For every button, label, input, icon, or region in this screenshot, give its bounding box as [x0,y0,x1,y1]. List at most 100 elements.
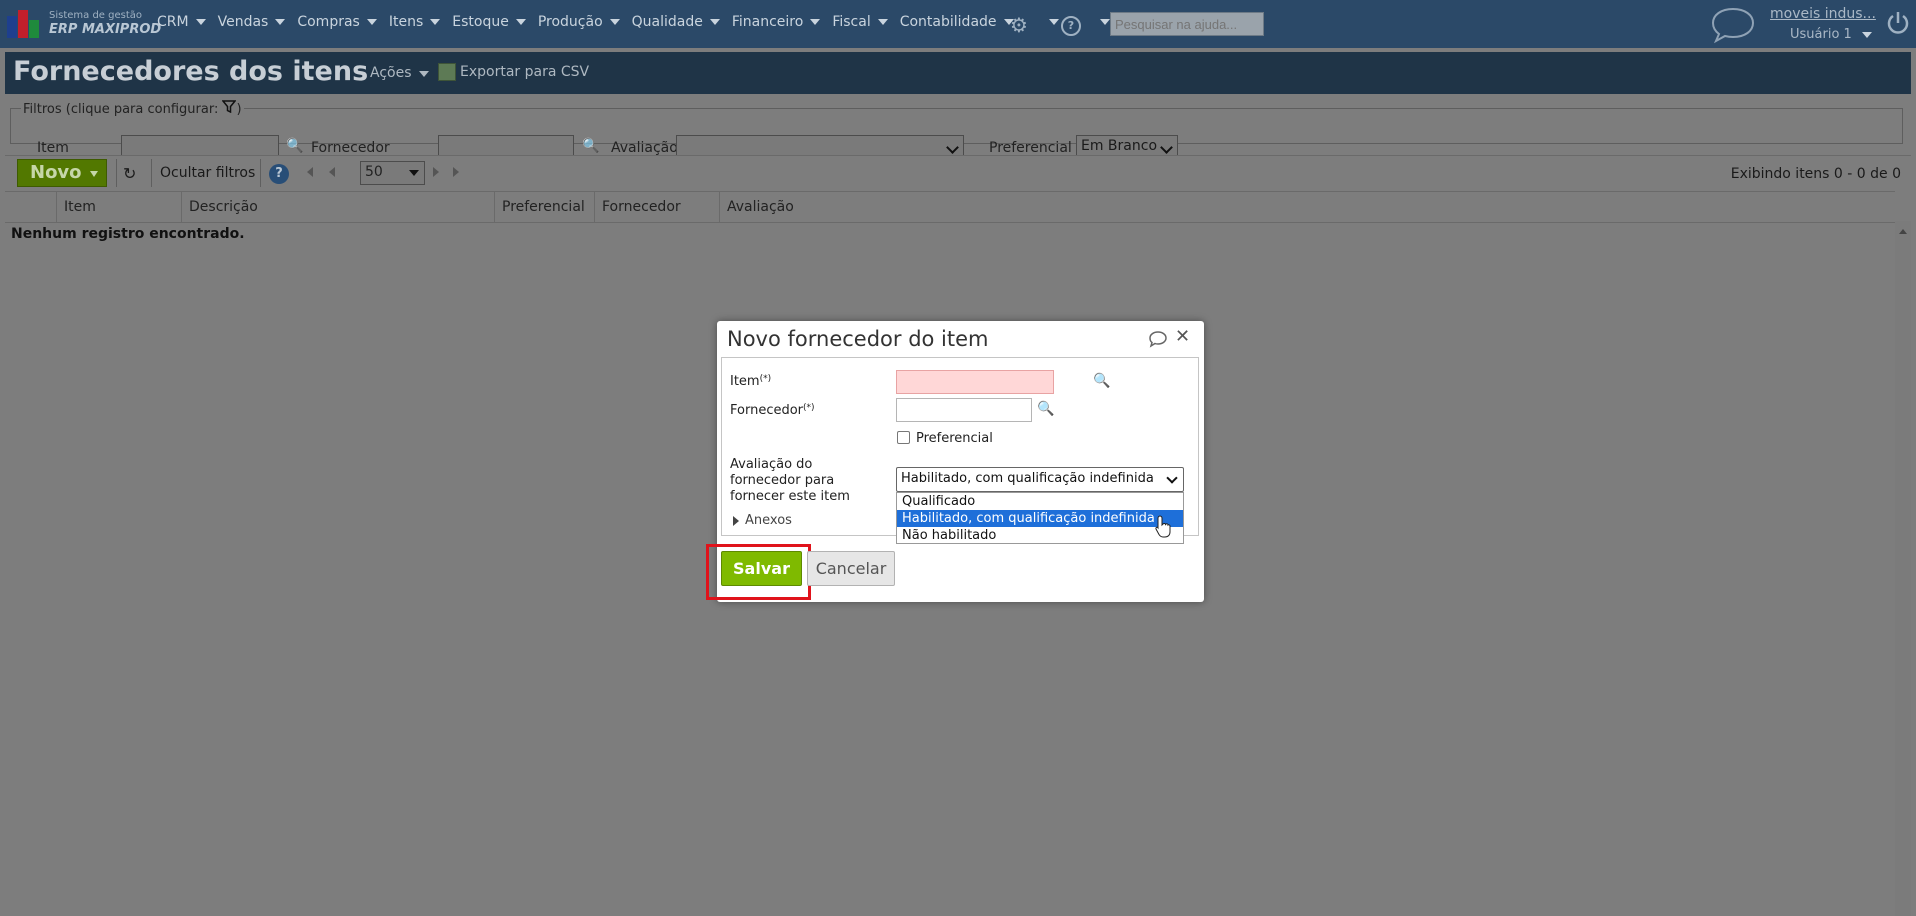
toolbar-divider [116,159,117,187]
page-title: Fornecedores dos itens [13,56,369,87]
mouse-pointer-icon [1155,515,1171,538]
search-icon[interactable]: 🔍 [582,138,599,154]
menu-contabilidade[interactable]: Contabilidade [900,14,1014,30]
grid-header: Item Descrição Preferencial Fornecedor A… [5,191,1895,223]
filter-item-label: Item [37,140,69,156]
hide-filters-button[interactable]: Ocultar filtros [160,165,255,181]
column-descricao[interactable]: Descrição [181,192,494,222]
filter-preferencial-label: Preferencial [989,140,1072,156]
menu-estoque[interactable]: Estoque [452,14,526,30]
first-page-icon[interactable] [307,167,313,177]
preferencial-checkbox[interactable] [897,431,910,444]
search-icon[interactable]: 🔍 [1037,401,1054,417]
avaliacao-field-label: Avaliação do fornecedor para fornecer es… [730,457,850,504]
empty-grid-message: Nenhum registro encontrado. [11,226,245,242]
cancel-button[interactable]: Cancelar [807,551,895,586]
chevron-down-icon [366,19,377,25]
menu-compras[interactable]: Compras [297,14,377,30]
close-icon[interactable]: ✕ [1175,326,1190,347]
menu-itens[interactable]: Itens [389,14,441,30]
settings-chevron-down-icon[interactable] [1049,19,1059,25]
vertical-scrollbar[interactable] [1895,221,1911,916]
column-item[interactable]: Item [56,192,181,222]
required-mark: (*) [759,374,772,384]
new-button[interactable]: Novo [17,159,107,187]
last-page-icon[interactable] [453,167,459,177]
help-chevron-down-icon[interactable] [1100,19,1110,25]
grid-toolbar: Novo ↻ Ocultar filtros ? 50 Exibindo ite… [5,155,1911,192]
menu-vendas[interactable]: Vendas [218,14,286,30]
filter-funnel-icon[interactable] [221,100,238,114]
search-icon[interactable]: 🔍 [286,138,303,154]
chevron-down-icon [1861,32,1872,38]
logo-title: ERP MAXIPROD [49,22,162,37]
top-navigation-bar: Sistema de gestão ERP MAXIPROD CRM Venda… [0,0,1916,48]
menu-fiscal[interactable]: Fiscal [832,14,888,30]
search-icon[interactable]: 🔍 [1093,373,1110,389]
required-mark: (*) [803,403,815,413]
comment-icon[interactable] [1148,330,1168,348]
chevron-down-icon [409,170,419,176]
chevron-down-icon[interactable] [90,171,98,177]
chevron-down-icon [275,19,286,25]
avaliacao-dropdown-list: Qualificado Habilitado, com qualificação… [896,492,1184,544]
export-csv-button[interactable]: Exportar para CSV [438,63,589,81]
toolbar-divider [260,159,261,187]
filter-avaliacao-label: Avaliação [611,140,678,156]
menu-qualidade[interactable]: Qualidade [632,14,720,30]
column-preferencial[interactable]: Preferencial [494,192,594,222]
chevron-down-icon [609,19,620,25]
help-icon[interactable]: ? [269,164,289,184]
fornecedor-field-label: Fornecedor(*) [730,403,815,418]
filters-fieldset: Filtros (clique para configurar: ) Item … [10,100,1903,159]
refresh-icon[interactable]: ↻ [123,164,136,183]
chevron-down-icon [1160,141,1173,154]
filters-legend[interactable]: Filtros (clique para configurar: ) [21,100,244,117]
help-icon[interactable]: ? [1061,16,1081,36]
spreadsheet-icon [438,63,456,81]
power-icon[interactable] [1886,10,1910,36]
company-link[interactable]: moveis indus... [1770,6,1876,22]
chevron-down-icon [515,19,526,25]
column-fornecedor[interactable]: Fornecedor [594,192,719,222]
attachments-toggle[interactable]: Anexos [733,513,792,528]
chevron-down-icon [810,19,821,25]
menu-crm[interactable]: CRM [157,14,206,30]
next-page-icon[interactable] [433,167,439,177]
actions-menu[interactable]: Ações [370,65,429,81]
item-input[interactable] [896,370,1054,394]
chevron-down-icon [418,71,429,77]
page-header: Fornecedores dos itens Ações Exportar pa… [5,52,1911,94]
avaliacao-select[interactable]: Habilitado, com qualificação indefinida [896,467,1184,492]
chat-icon[interactable] [1710,6,1756,44]
chevron-down-icon [877,19,888,25]
dialog-title: Novo fornecedor do item [727,327,989,351]
filter-fornecedor-label: Fornecedor [311,140,390,156]
option-nao-habilitado[interactable]: Não habilitado [897,527,1183,544]
page-size-select[interactable]: 50 [360,161,425,185]
filters-panel: Filtros (clique para configurar: ) Item … [5,100,1911,159]
expand-triangle-icon [733,515,739,526]
logo-subtitle: Sistema de gestão [49,10,143,21]
fornecedor-input[interactable] [896,398,1032,422]
column-select[interactable] [5,192,56,222]
user-menu[interactable]: Usuário 1 [1790,27,1872,42]
main-menu: CRM Vendas Compras Itens Estoque Produçã… [157,14,1026,30]
scroll-up-icon[interactable] [1899,229,1907,234]
option-habilitado-indefinida[interactable]: Habilitado, com qualificação indefinida [897,510,1183,527]
menu-financeiro[interactable]: Financeiro [732,14,821,30]
menu-producao[interactable]: Produção [538,14,620,30]
chevron-down-icon [195,19,206,25]
settings-gear-icon[interactable]: ⚙ [1010,13,1028,37]
item-field-label: Item(*) [730,374,772,389]
preferencial-label[interactable]: Preferencial [916,431,993,446]
save-button[interactable]: Salvar [721,551,802,586]
app-logo[interactable]: Sistema de gestão ERP MAXIPROD [7,8,161,40]
option-qualificado[interactable]: Qualificado [897,493,1183,510]
new-supplier-dialog: Novo fornecedor do item ✕ Item(*) 🔍 Forn… [706,321,1204,602]
toolbar-divider [151,159,152,187]
previous-page-icon[interactable] [329,167,335,177]
column-avaliacao[interactable]: Avaliação [719,192,1019,222]
chevron-down-icon [1166,472,1178,484]
help-search-input[interactable] [1110,12,1264,36]
